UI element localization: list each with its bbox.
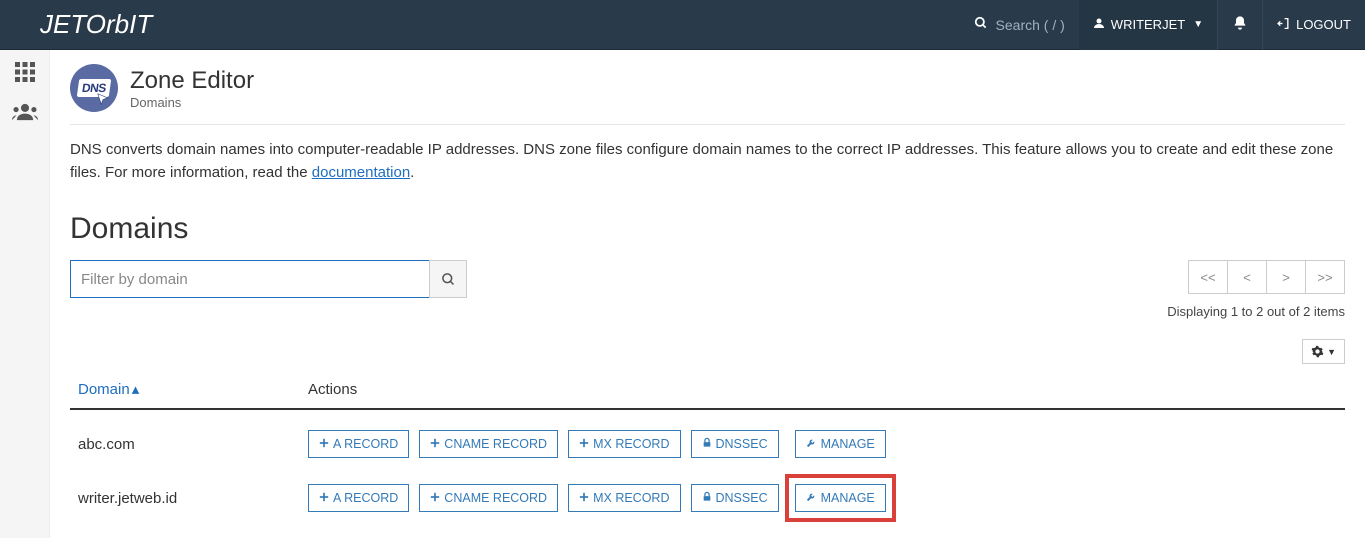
btn-label: CNAME RECORD	[444, 491, 547, 505]
table-row: writer.jetweb.id A RECORD CNAME RECORD MX R…	[70, 470, 1345, 518]
actions-cell: A RECORD CNAME RECORD MX RECORD DNSSEC MANAG…	[300, 409, 1345, 470]
bell-icon	[1232, 15, 1248, 34]
mx-record-button[interactable]: MX RECORD	[568, 484, 680, 512]
column-header-actions: Actions	[300, 370, 1345, 409]
pager-status: Displaying 1 to 2 out of 2 items	[1167, 304, 1345, 319]
wrench-icon	[806, 437, 817, 451]
page-title: Zone Editor	[130, 67, 254, 95]
page-next-button[interactable]: >	[1266, 260, 1306, 294]
btn-label: DNSSEC	[716, 491, 768, 505]
filter-input[interactable]	[70, 260, 430, 298]
dns-icon: DNS	[70, 64, 118, 112]
a-record-button[interactable]: A RECORD	[308, 430, 409, 458]
notifications-button[interactable]	[1217, 0, 1262, 50]
dnssec-button[interactable]: DNSSEC	[691, 430, 779, 458]
sidebar	[0, 50, 50, 538]
domain-cell: writer.jetweb.id	[70, 470, 300, 518]
page-category: Domains	[130, 95, 254, 110]
logout-button[interactable]: LOGOUT	[1262, 0, 1365, 50]
page-first-button[interactable]: <<	[1188, 260, 1228, 294]
plus-icon	[319, 491, 329, 505]
lock-icon	[702, 437, 712, 451]
documentation-link[interactable]: documentation	[312, 164, 410, 181]
btn-label: MANAGE	[821, 491, 875, 505]
plus-icon	[579, 437, 589, 451]
btn-label: A RECORD	[333, 491, 398, 505]
intro-text: DNS converts domain names into computer-…	[70, 139, 1345, 184]
users-icon[interactable]	[9, 100, 41, 124]
apps-grid-icon[interactable]	[9, 60, 41, 84]
domains-heading: Domains	[70, 212, 1345, 246]
page-last-button[interactable]: >>	[1305, 260, 1345, 294]
svg-text:JETOrbIT: JETOrbIT	[40, 12, 154, 38]
wrench-icon	[806, 491, 817, 505]
actions-cell: A RECORD CNAME RECORD MX RECORD DNSSEC MANAG…	[300, 470, 1345, 518]
lock-icon	[702, 491, 712, 505]
brand-logo[interactable]: JETOrbIT	[0, 0, 240, 50]
cname-record-button[interactable]: CNAME RECORD	[419, 484, 558, 512]
table-row: abc.com A RECORD CNAME RECORD MX RECORD DNSS…	[70, 409, 1345, 470]
plus-icon	[579, 491, 589, 505]
btn-label: DNSSEC	[716, 437, 768, 451]
mx-record-button[interactable]: MX RECORD	[568, 430, 680, 458]
caret-down-icon: ▼	[1193, 19, 1203, 30]
table-settings-button[interactable]: ▼	[1302, 339, 1345, 364]
search-icon	[441, 272, 456, 287]
gear-icon	[1311, 345, 1324, 358]
dnssec-button[interactable]: DNSSEC	[691, 484, 779, 512]
page-prev-button[interactable]: <	[1227, 260, 1267, 294]
intro-suffix: .	[410, 164, 414, 181]
cname-record-button[interactable]: CNAME RECORD	[419, 430, 558, 458]
sort-asc-icon: ▴	[132, 381, 140, 398]
manage-wrap: MANAGE	[789, 424, 892, 464]
btn-label: MX RECORD	[593, 491, 669, 505]
page-header: DNS Zone Editor Domains	[70, 64, 1345, 125]
domain-cell: abc.com	[70, 409, 300, 470]
brand-svg: JETOrbIT	[40, 12, 240, 38]
manage-wrap: MANAGE	[785, 474, 896, 522]
pagination: << < > >>	[1188, 260, 1345, 294]
user-label: WRITERJET	[1111, 17, 1185, 32]
caret-down-icon: ▼	[1327, 347, 1336, 357]
column-domain-label: Domain	[78, 381, 130, 398]
btn-label: A RECORD	[333, 437, 398, 451]
global-search[interactable]: Search ( / )	[974, 16, 1065, 33]
filter-search-button[interactable]	[429, 260, 467, 298]
btn-label: CNAME RECORD	[444, 437, 547, 451]
plus-icon	[430, 437, 440, 451]
column-header-domain[interactable]: Domain▴	[70, 370, 300, 409]
logout-icon	[1277, 17, 1290, 33]
intro-body: DNS converts domain names into computer-…	[70, 141, 1333, 181]
a-record-button[interactable]: A RECORD	[308, 484, 409, 512]
search-icon	[974, 16, 988, 33]
plus-icon	[319, 437, 329, 451]
logout-label: LOGOUT	[1296, 17, 1351, 32]
plus-icon	[430, 491, 440, 505]
manage-button[interactable]: MANAGE	[795, 484, 886, 512]
user-menu[interactable]: WRITERJET ▼	[1079, 0, 1217, 50]
manage-button[interactable]: MANAGE	[795, 430, 886, 458]
search-placeholder: Search ( / )	[996, 17, 1065, 33]
btn-label: MX RECORD	[593, 437, 669, 451]
btn-label: MANAGE	[821, 437, 875, 451]
domains-table: Domain▴ Actions abc.com A RECORD CNAME REC…	[70, 370, 1345, 518]
topbar: JETOrbIT Search ( / ) WRITERJET ▼ LOGOUT	[0, 0, 1365, 50]
user-icon	[1093, 17, 1105, 32]
